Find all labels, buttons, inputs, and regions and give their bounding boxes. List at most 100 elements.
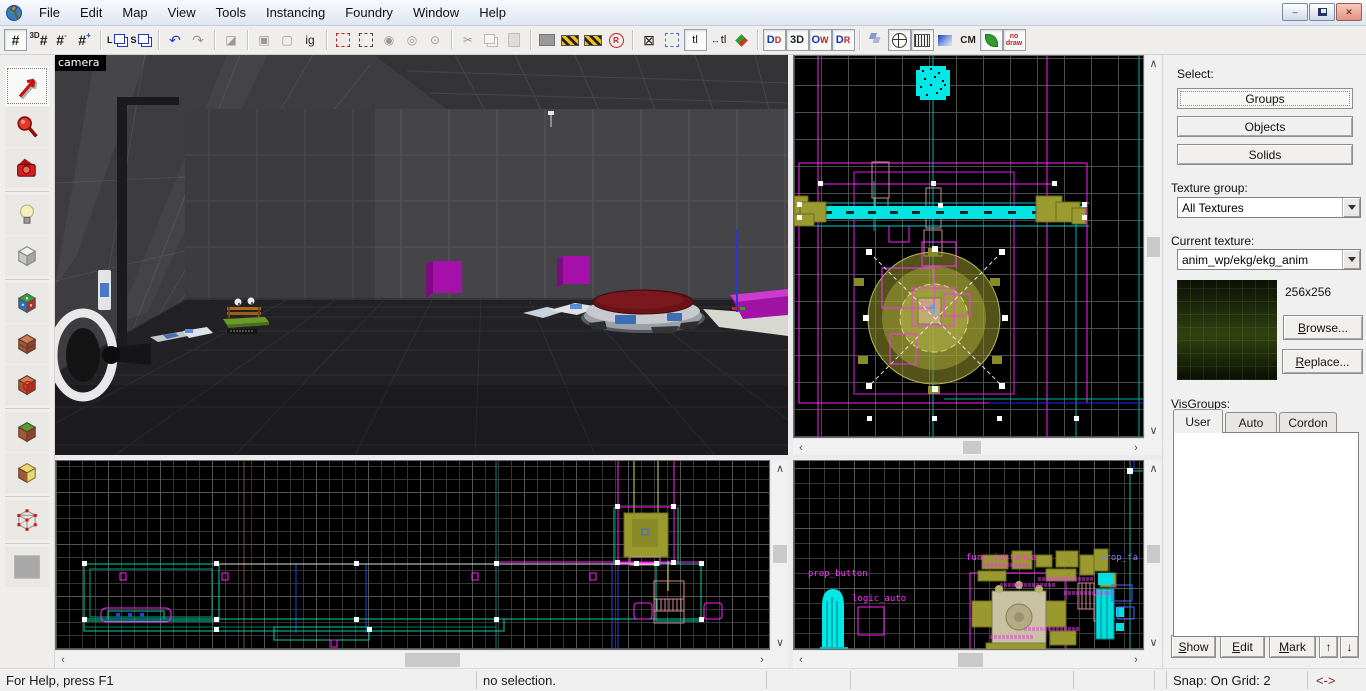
scroll-up-icon[interactable]: ∧: [771, 460, 789, 476]
dropdown-button[interactable]: [1342, 198, 1360, 217]
viewport-3d-camera[interactable]: camera: [55, 55, 788, 455]
dropdown-button[interactable]: [1342, 250, 1360, 269]
texture-scale-hazard-button[interactable]: [582, 29, 605, 51]
hide-selected-button[interactable]: [332, 29, 355, 51]
visgroups-show-button[interactable]: Show: [1171, 635, 1216, 658]
replace-button[interactable]: Replace...: [1282, 349, 1363, 374]
viewport-2d-side[interactable]: ∧ ∨ ‹ ›: [55, 460, 788, 668]
close-button[interactable]: ✕: [1336, 3, 1362, 21]
vertical-scrollbar[interactable]: ∧ ∨: [1144, 55, 1161, 438]
scroll-left-icon[interactable]: ‹: [793, 439, 809, 456]
scrollbar-thumb[interactable]: [963, 441, 981, 454]
color-mode-button[interactable]: CM: [957, 29, 980, 51]
scroll-left-icon[interactable]: ‹: [55, 651, 71, 669]
menu-window[interactable]: Window: [403, 2, 469, 23]
scroll-down-icon[interactable]: ∨: [1145, 422, 1162, 438]
block-tool-button[interactable]: [5, 236, 49, 276]
restore-button[interactable]: [1309, 3, 1335, 21]
scroll-right-icon[interactable]: ›: [1128, 651, 1144, 669]
menu-file[interactable]: File: [29, 2, 70, 23]
marquee-select-button[interactable]: [661, 29, 684, 51]
browse-button[interactable]: Browse...: [1283, 315, 1363, 340]
ignore-groups-button[interactable]: ig: [299, 29, 322, 51]
toggle-ray-button[interactable]: DR: [831, 29, 855, 51]
menu-edit[interactable]: Edit: [70, 2, 112, 23]
scrollbar-thumb[interactable]: [958, 653, 983, 667]
menu-foundry[interactable]: Foundry: [335, 2, 403, 23]
move-up-button[interactable]: ↑: [1319, 635, 1338, 658]
texture-lock-hazard-button[interactable]: [559, 29, 582, 51]
horizontal-scrollbar[interactable]: ‹ ›: [55, 650, 770, 668]
toggle-grid-button[interactable]: #: [4, 29, 27, 51]
load-window-state-button[interactable]: L: [106, 29, 130, 51]
select-objects-button[interactable]: Objects: [1177, 116, 1353, 137]
menu-view[interactable]: View: [158, 2, 206, 23]
flip-faces-button[interactable]: [730, 29, 753, 51]
menu-help[interactable]: Help: [469, 2, 516, 23]
visgroups-mark-button[interactable]: Mark: [1269, 635, 1316, 658]
viewport-2d-front[interactable]: prop_button logic_auto func_instance pro…: [793, 460, 1162, 668]
texture-swatch-button[interactable]: [536, 29, 559, 51]
visgroups-edit-button[interactable]: Edit: [1220, 635, 1265, 658]
viewport-2d-top[interactable]: ∧ ∨ ‹ ›: [793, 55, 1162, 455]
undo-button[interactable]: ↶: [164, 29, 187, 51]
scrollbar-thumb[interactable]: [405, 653, 460, 667]
scrollbar-thumb[interactable]: [1147, 545, 1160, 563]
camera-tool-button[interactable]: [5, 148, 49, 188]
scroll-right-icon[interactable]: ›: [754, 651, 770, 669]
visgroups-tab-user[interactable]: User: [1173, 409, 1223, 433]
larger-grid-button[interactable]: # +: [73, 29, 96, 51]
toggle-detail-button[interactable]: DD: [762, 29, 786, 51]
vertex-tool-button[interactable]: [5, 500, 49, 540]
smaller-grid-button[interactable]: # -: [50, 29, 73, 51]
visgroups-list[interactable]: [1173, 432, 1359, 637]
clipping-tool-button[interactable]: [5, 453, 49, 493]
smoothing-groups-button[interactable]: [865, 29, 888, 51]
menu-map[interactable]: Map: [112, 2, 157, 23]
texture-application-tool-button[interactable]: [5, 283, 49, 323]
toggle-world-button[interactable]: OW: [808, 29, 832, 51]
move-down-button[interactable]: ↓: [1340, 635, 1359, 658]
scroll-right-icon[interactable]: ›: [1128, 439, 1144, 456]
apply-texture-tool-button[interactable]: [5, 324, 49, 364]
visgroups-tab-auto[interactable]: Auto: [1225, 412, 1277, 433]
magnify-tool-button[interactable]: [5, 107, 49, 147]
scroll-left-icon[interactable]: ‹: [793, 651, 809, 669]
minimize-button[interactable]: –: [1282, 3, 1308, 21]
toggle-3d-grid-button[interactable]: 3D #: [27, 29, 50, 51]
entity-tool-button[interactable]: [5, 195, 49, 235]
toggle-models-button[interactable]: 3D: [785, 29, 809, 51]
decal-tool-button[interactable]: [5, 365, 49, 405]
select-touching-button[interactable]: ⊠: [638, 29, 661, 51]
current-texture-dropdown[interactable]: anim_wp/ekg/ekg_anim: [1177, 249, 1361, 270]
texture-group-dropdown[interactable]: All Textures: [1177, 197, 1361, 218]
overlay-tool-button[interactable]: [5, 412, 49, 452]
scroll-down-icon[interactable]: ∨: [1145, 634, 1162, 650]
texture-scale-lock-button[interactable]: ↔ tl: [707, 29, 730, 51]
menu-instancing[interactable]: Instancing: [256, 2, 335, 23]
menu-tools[interactable]: Tools: [206, 2, 256, 23]
toggle-sphere-button[interactable]: [887, 29, 911, 51]
scrollbar-thumb[interactable]: [1147, 237, 1160, 257]
toggle-foliage-button[interactable]: [979, 29, 1003, 51]
vertical-scrollbar[interactable]: ∧ ∨: [1144, 460, 1161, 650]
scroll-up-icon[interactable]: ∧: [1145, 460, 1162, 476]
scroll-up-icon[interactable]: ∧: [1145, 55, 1162, 71]
texture-lock-button[interactable]: tl: [683, 29, 707, 51]
hide-unselected-button[interactable]: [355, 29, 378, 51]
toggle-fade-button[interactable]: [934, 29, 957, 51]
blank-tool-slot[interactable]: [5, 547, 49, 587]
scroll-down-icon[interactable]: ∨: [771, 634, 789, 650]
selection-tool-button[interactable]: [5, 66, 49, 106]
horizontal-scrollbar[interactable]: ‹ ›: [793, 438, 1144, 455]
toggle-nodraw-button[interactable]: no draw: [1002, 29, 1026, 51]
visgroups-tab-cordon[interactable]: Cordon: [1279, 412, 1337, 433]
toggle-wireframe-button[interactable]: [910, 29, 934, 51]
horizontal-scrollbar[interactable]: ‹ ›: [793, 650, 1144, 668]
vertical-scrollbar[interactable]: ∧ ∨: [770, 460, 788, 650]
select-groups-button[interactable]: Groups: [1177, 88, 1353, 109]
select-solids-button[interactable]: Solids: [1177, 144, 1353, 165]
radius-culling-button[interactable]: R: [605, 29, 628, 51]
scrollbar-thumb[interactable]: [773, 545, 787, 563]
save-window-state-button[interactable]: S: [130, 29, 154, 51]
